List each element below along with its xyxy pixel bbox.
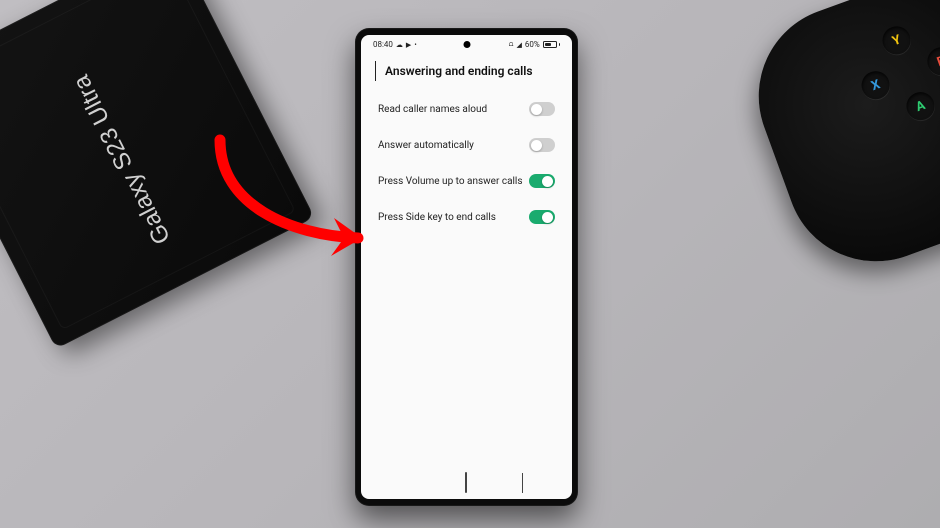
product-box: Galaxy S23 Ultra [0,0,315,349]
settings-list: Read caller names aloud Answer automatic… [361,91,572,464]
back-button[interactable] [375,61,376,80]
toggle-answer-automatically[interactable] [529,138,555,152]
navigation-bar [361,464,572,499]
status-time: 08:40 [373,40,393,49]
setting-label: Press Volume up to answer calls [378,176,523,187]
chevron-left-icon [375,61,376,81]
setting-label: Read caller names aloud [378,104,487,115]
game-controller: Y B A X [733,0,940,287]
controller-b-button: B [923,43,940,79]
product-box-label: Galaxy S23 Ultra [67,69,176,248]
nav-home-button[interactable] [465,473,467,492]
controller-y-button: Y [879,22,915,58]
camera-hole [463,41,470,48]
battery-icon [543,41,560,48]
battery-percent: 60% [525,40,540,49]
home-icon [465,472,467,493]
toggle-volume-up-answer[interactable] [529,174,555,188]
controller-a-button: A [903,88,939,124]
setting-side-key-end[interactable]: Press Side key to end calls [364,199,569,235]
more-icon: • [414,41,416,49]
youtube-icon: ▶ [406,41,411,49]
back-icon [522,473,523,493]
signal-icon: ◢ [516,41,521,49]
nav-back-button[interactable] [522,473,523,492]
setting-read-caller-names[interactable]: Read caller names aloud [364,91,569,127]
toggle-side-key-end[interactable] [529,210,555,224]
toggle-read-caller-names[interactable] [529,102,555,116]
wifi-icon: ⩍ [509,40,514,49]
setting-label: Answer automatically [378,140,474,151]
setting-volume-up-answer[interactable]: Press Volume up to answer calls [364,163,569,199]
phone-frame: 08:40 ☁ ▶ • ⩍ ◢ 60% Answering and ending… [355,28,578,506]
controller-x-button: X [858,67,894,103]
phone-screen: 08:40 ☁ ▶ • ⩍ ◢ 60% Answering and ending… [361,35,572,499]
page-header: Answering and ending calls [361,52,572,91]
cloud-icon: ☁ [396,41,403,49]
page-title: Answering and ending calls [385,64,533,78]
setting-label: Press Side key to end calls [378,212,496,223]
setting-answer-automatically[interactable]: Answer automatically [364,127,569,163]
